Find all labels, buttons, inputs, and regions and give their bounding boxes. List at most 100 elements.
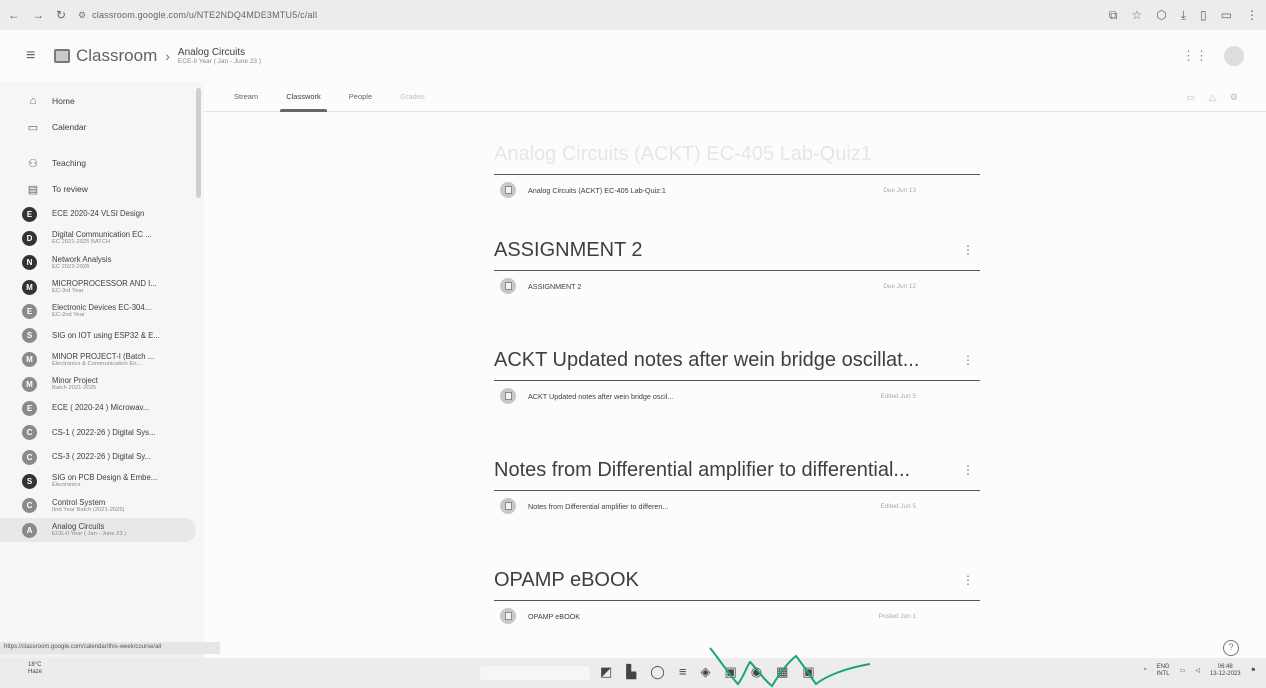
weather-widget[interactable]: 18°C Haze [28,662,42,675]
sidebar-course-item[interactable]: C Control System IInd Year Batch (2021-202… [0,494,204,518]
address-bar[interactable]: classroom.google.com/u/NTE2NDQ4MDE3MTU5/… [92,10,317,20]
chevron-up-icon[interactable]: ^ [1144,668,1147,674]
taskbar-app-icon[interactable]: ◩ [600,664,612,680]
volume-icon[interactable]: ◁ [1195,667,1200,674]
sidebar-item-calendar[interactable]: ▭ Calendar [0,114,204,140]
network-icon[interactable]: ▭ [1180,667,1186,674]
sidebar-course-item[interactable]: N Network Analysis EC 2022-2026 [0,251,204,275]
download-icon[interactable]: ⤓ [1181,8,1186,23]
classwork-topic: ACKT Updated notes after wein bridge osc… [494,344,980,411]
clock-date: 13-12-2023 [1209,670,1241,677]
sidebar-course-item[interactable]: D Digital Communication EC ... EC 2021-202… [0,226,204,250]
drive-icon[interactable]: △ [1209,92,1216,103]
assignment-icon [500,182,516,198]
assignment-date: Due Jun 12 [883,282,916,290]
sidebar-item-teaching[interactable]: ⚇ Teaching [0,150,204,176]
course-section: EC-3rd Year [52,288,84,295]
clock-time: 06:48 [1217,664,1233,670]
kebab-menu-icon[interactable]: ⋮ [1246,8,1258,23]
star-icon[interactable]: ☆ [1131,8,1142,23]
profile-icon[interactable]: ▭ [1221,8,1232,23]
more-options-icon[interactable]: ⋮ [962,463,974,477]
classwork-topic: ASSIGNMENT 2 ⋮ ASSIGNMENT 2 Due Jun 12 [494,234,980,301]
install-icon[interactable]: ⧉ [1109,8,1118,23]
site-info-icon[interactable]: ⚙ [78,10,86,21]
tab-stream[interactable]: Stream [234,82,258,112]
calendar-icon[interactable]: ▭ [1186,92,1195,103]
sidebar-course-item[interactable]: E Electronic Devices EC-304... EC-2nd Year [0,299,204,323]
breadcrumb[interactable]: Analog Circuits ECE-II Year ( Jan - June… [178,47,261,65]
assignment-row[interactable]: ASSIGNMENT 2 Due Jun 12 [494,271,980,301]
sidebar-course-item[interactable]: S SIG on PCB Design & Embe... Electronics [0,469,204,493]
course-name: Analog Circuits [52,521,105,531]
more-options-icon[interactable]: ⋮ [962,573,974,587]
reload-icon[interactable]: ↻ [56,8,66,22]
tab-grades[interactable]: Grades [400,82,425,112]
course-title[interactable]: Analog Circuits [178,47,261,58]
settings-icon[interactable]: ⚙ [1230,92,1238,103]
breadcrumb-chevron-icon: › [165,48,170,64]
topic-header: OPAMP eBOOK ⋮ [494,564,980,596]
avatar[interactable] [1224,46,1244,66]
assignment-row[interactable]: OPAMP eBOOK Posted Jun 1 [494,601,980,631]
sidebar-course-item[interactable]: C CS-3 ( 2022-26 ) Digital Sy... [0,445,204,469]
menu-icon[interactable]: ≡ [26,47,54,65]
windows-taskbar: 18°C Haze ◩ ▙ ◯ ≡ ◈ ▣ ◉ ▦ ▣ ^ ENG INTL ▭… [0,658,1266,688]
course-text: SIG on PCB Design & Embe... Electronics [52,474,157,489]
sidebar-item-to-review[interactable]: ▤ To review [0,176,204,202]
assignment-row[interactable]: ACKT Updated notes after wein bridge osc… [494,381,980,411]
assignment-row[interactable]: Notes from Differential amplifier to dif… [494,491,980,521]
course-section: Electronics & Communication En... [52,360,142,367]
sidebar-course-item[interactable]: M MICROPROCESSOR AND I... EC-3rd Year [0,275,204,299]
extensions-icon[interactable]: ⬡ [1156,8,1166,23]
teaching-icon: ⚇ [28,157,38,170]
topic-title: ACKT Updated notes after wein bridge osc… [494,348,920,371]
brand-name[interactable]: Classroom [76,46,157,66]
tab-classwork[interactable]: Classwork [280,82,327,112]
course-text: MINOR PROJECT-I (Batch ... Electronics & … [52,351,155,367]
browser-nav: ← → ↻ [8,8,78,22]
browser-extensions: ⧉ ☆ ⬡ ⤓ ▯ ▭ ⋮ [1109,8,1258,23]
sidepanel-icon[interactable]: ▯ [1200,8,1207,23]
system-tray: ^ ENG INTL ▭ ◁ 06:48 13-12-2023 ⚑ [1144,664,1256,677]
sidebar-course-item[interactable]: E ECE 2020-24 VLSI Design [0,202,204,226]
sidebar-scrollbar[interactable] [196,88,201,198]
assignment-row[interactable]: Analog Circuits (ACKT) EC-405 Lab-Quiz:1… [494,175,980,205]
assignment-date: Due Jun 13 [883,186,916,194]
course-avatar: E [22,303,37,319]
pen-scribble [709,647,871,688]
apps-grid-icon[interactable]: ⋮⋮ [1182,48,1208,64]
taskbar-app-icon[interactable]: ≡ [679,664,687,680]
notifications-icon[interactable]: ⚑ [1251,667,1256,674]
file-explorer-icon[interactable]: ▙ [626,664,636,680]
sidebar-course-item[interactable]: A Analog Circuits ECE-II Year ( Jan - June… [0,517,196,543]
chat-icon[interactable]: ◯ [650,664,665,680]
course-name: MICROPROCESSOR AND I... [52,278,157,288]
sidebar-item-home[interactable]: ⌂ Home [0,88,204,114]
more-options-icon[interactable]: ⋮ [962,243,974,257]
classroom-logo-icon[interactable] [54,49,70,63]
course-name: MINOR PROJECT-I (Batch ... [52,351,155,361]
taskbar-search[interactable] [480,666,590,680]
sidebar-course-item[interactable]: S SIG on IOT using ESP32 & E... [0,323,204,347]
to-review-icon: ▤ [27,183,39,196]
sidebar-course-item[interactable]: E ECE ( 2020-24 ) Microwav... [0,396,204,420]
help-icon[interactable]: ? [1223,640,1239,656]
course-name: Minor Project [52,376,98,386]
clock[interactable]: 06:48 13-12-2023 [1210,664,1241,677]
back-arrow-icon[interactable]: ← [8,8,20,22]
course-avatar: M [22,352,37,368]
classwork-topic: Notes from Differential amplifier to dif… [494,454,980,521]
more-options-icon[interactable]: ⋮ [962,353,974,367]
language-indicator[interactable]: ENG INTL [1157,664,1170,677]
course-section: EC-2nd Year [52,312,85,319]
course-text: ECE 2020-24 VLSI Design [52,209,144,218]
tab-people[interactable]: People [349,82,372,112]
forward-arrow-icon[interactable]: → [32,8,44,22]
sidebar-item-label: Teaching [52,158,87,168]
course-tabs: Stream Classwork People Grades ▭ △ ⚙ [204,82,1266,112]
sidebar-course-item[interactable]: M MINOR PROJECT-I (Batch ... Electronics &… [0,348,204,372]
assignment-date: Edited Jun 5 [880,392,916,400]
sidebar-course-item[interactable]: C CS-1 ( 2022-26 ) Digital Sys... [0,421,204,445]
sidebar-course-item[interactable]: M Minor Project Batch 2021-2025 [0,372,204,396]
